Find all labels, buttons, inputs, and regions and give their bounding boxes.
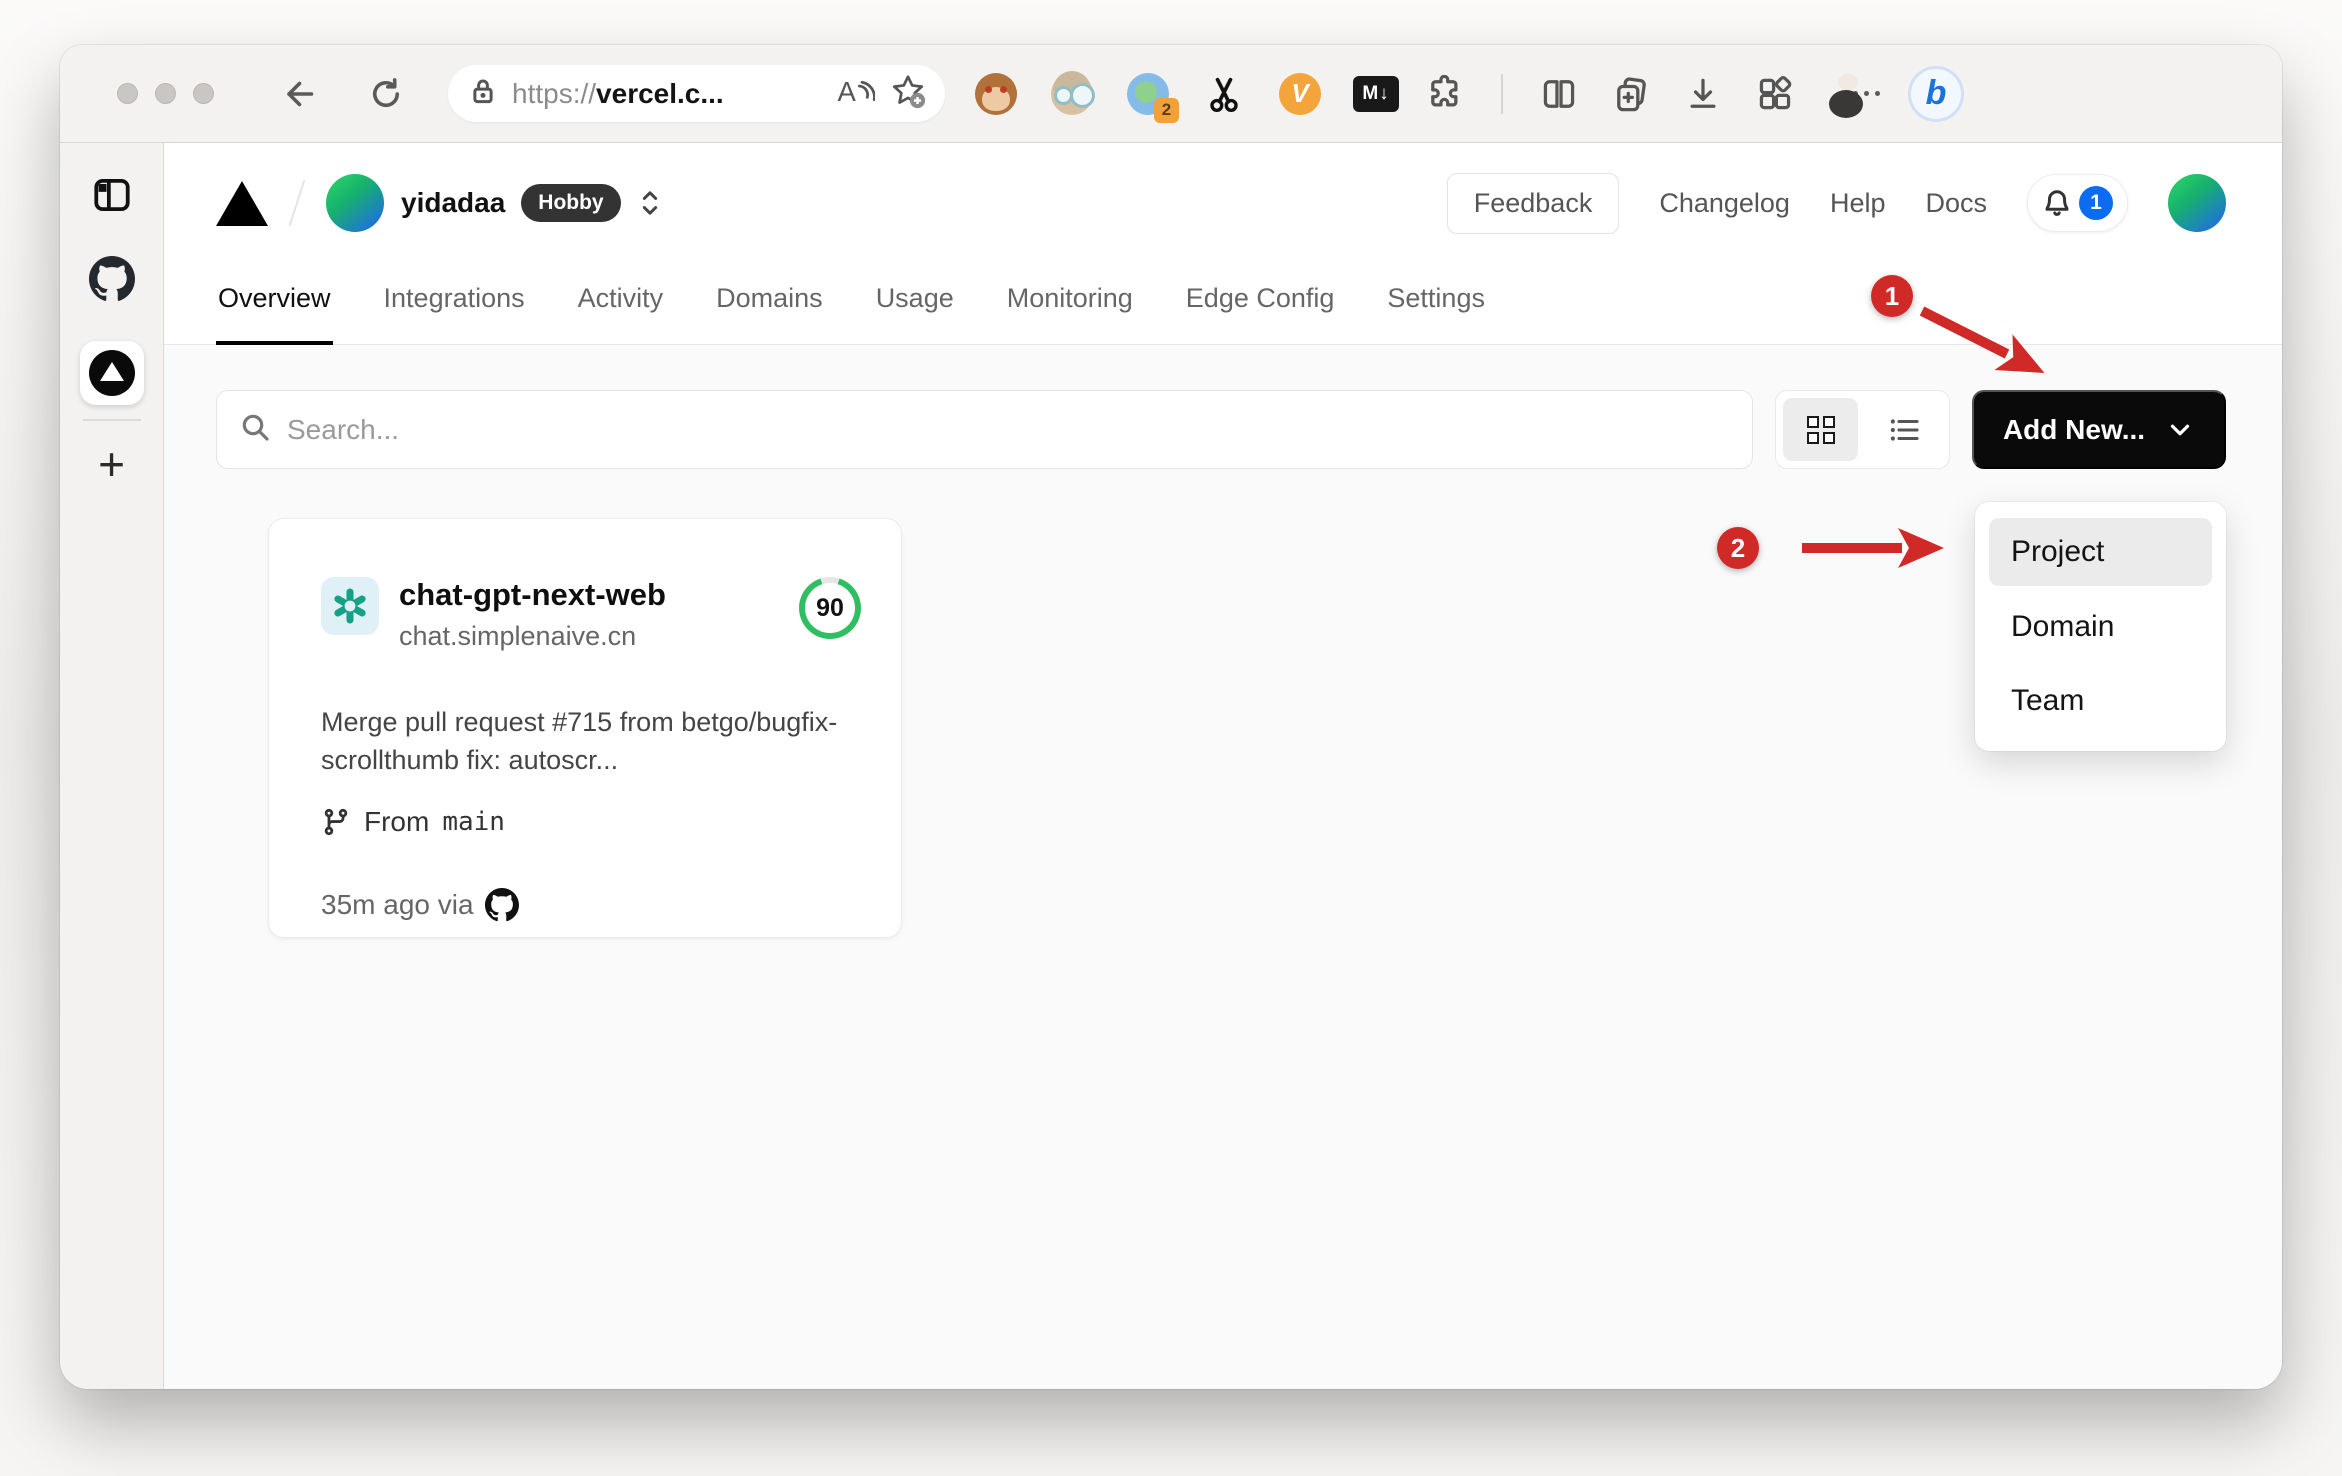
commit-message: Merge pull request #715 from betgo/bugfi… bbox=[321, 707, 838, 775]
tab-settings[interactable]: Settings bbox=[1385, 263, 1487, 344]
lighthouse-score-badge[interactable]: 90 bbox=[799, 577, 861, 639]
grid-view-button[interactable] bbox=[1783, 398, 1858, 461]
vercel-tab-active[interactable] bbox=[79, 341, 144, 405]
branch-label: From bbox=[364, 805, 430, 837]
minimize-window-button[interactable] bbox=[155, 83, 176, 104]
dashboard-tabs: Overview Integrations Activity Domains U… bbox=[216, 263, 2226, 345]
traffic-lights bbox=[117, 83, 214, 104]
add-new-button[interactable]: Add New... bbox=[1972, 390, 2226, 469]
monkey-extension-icon[interactable] bbox=[973, 71, 1019, 117]
vercel-page: yidadaa Hobby Feedback Changelog Help Do… bbox=[164, 143, 2282, 1389]
reload-icon[interactable] bbox=[364, 72, 408, 116]
search-box[interactable] bbox=[216, 390, 1753, 469]
add-new-dropdown: Project Domain Team bbox=[1975, 502, 2226, 751]
downloads-icon[interactable] bbox=[1681, 72, 1725, 116]
grid-view-icon bbox=[1806, 415, 1835, 444]
zoom-window-button[interactable] bbox=[193, 83, 214, 104]
url-text: https://vercel.c... bbox=[512, 78, 821, 110]
dropdown-item-domain[interactable]: Domain bbox=[1989, 593, 2212, 661]
score-value: 90 bbox=[805, 583, 855, 633]
project-name[interactable]: chat-gpt-next-web bbox=[399, 577, 666, 613]
browser-window: https://vercel.c... A 2 V M↓ b + yidadaa… bbox=[60, 45, 2282, 1389]
url-scheme: https:// bbox=[512, 77, 597, 109]
grandma-extension-icon[interactable] bbox=[1049, 70, 1095, 117]
tab-integrations[interactable]: Integrations bbox=[382, 263, 527, 344]
back-icon[interactable] bbox=[276, 72, 320, 116]
openai-project-icon bbox=[321, 577, 379, 635]
toolbar-right-icons: b bbox=[1423, 65, 1964, 122]
notification-count: 1 bbox=[2079, 186, 2113, 220]
project-domain[interactable]: chat.simplenaive.cn bbox=[399, 621, 666, 652]
tab-monitoring[interactable]: Monitoring bbox=[1005, 263, 1135, 344]
collections-icon[interactable] bbox=[1609, 72, 1653, 116]
github-icon bbox=[484, 887, 519, 921]
notifications-button[interactable]: 1 bbox=[2027, 174, 2128, 232]
help-link[interactable]: Help bbox=[1830, 188, 1886, 219]
bing-chat-icon[interactable]: b bbox=[1908, 65, 1964, 122]
vercel-header: yidadaa Hobby Feedback Changelog Help Do… bbox=[164, 143, 2282, 345]
git-branch-icon bbox=[324, 808, 348, 835]
workspaces-icon[interactable] bbox=[1753, 72, 1797, 116]
sidebar-divider bbox=[82, 419, 141, 421]
plan-badge: Hobby bbox=[521, 184, 621, 222]
team-avatar[interactable] bbox=[326, 174, 384, 232]
translate-extension-icon[interactable]: 2 bbox=[1125, 71, 1179, 123]
team-switcher-icon[interactable] bbox=[636, 186, 664, 220]
github-tab-icon[interactable] bbox=[88, 256, 135, 307]
browser-sidebar: + bbox=[60, 143, 164, 1389]
search-icon bbox=[239, 411, 271, 448]
tab-overview[interactable]: Overview bbox=[216, 263, 333, 345]
chevron-down-icon bbox=[2170, 424, 2190, 435]
extension-badge: 2 bbox=[1154, 97, 1179, 123]
extensions-row: 2 V M↓ bbox=[973, 70, 1399, 123]
svg-text:A: A bbox=[838, 76, 857, 107]
deploy-time: 35m ago via bbox=[321, 888, 474, 920]
breadcrumb-slash bbox=[288, 179, 306, 227]
project-card[interactable]: chat-gpt-next-web chat.simplenaive.cn 90… bbox=[268, 518, 902, 938]
tab-edge-config[interactable]: Edge Config bbox=[1184, 263, 1337, 344]
v-extension-icon[interactable]: V bbox=[1277, 71, 1323, 117]
team-name[interactable]: yidadaa bbox=[401, 187, 505, 219]
add-favorite-icon[interactable] bbox=[889, 72, 927, 115]
list-view-button[interactable] bbox=[1867, 398, 1942, 461]
address-bar[interactable]: https://vercel.c... A bbox=[448, 65, 945, 122]
close-window-button[interactable] bbox=[117, 83, 138, 104]
markdown-download-extension-icon[interactable]: M↓ bbox=[1353, 71, 1399, 117]
tab-activity[interactable]: Activity bbox=[576, 263, 666, 344]
extensions-puzzle-icon[interactable] bbox=[1423, 72, 1467, 116]
dropdown-item-team[interactable]: Team bbox=[1989, 667, 2212, 735]
vercel-favicon bbox=[88, 350, 135, 396]
tab-domains[interactable]: Domains bbox=[714, 263, 825, 344]
deploy-meta: 35m ago via bbox=[321, 887, 861, 922]
view-toggle bbox=[1775, 390, 1950, 469]
docs-link[interactable]: Docs bbox=[1925, 188, 1987, 219]
url-host: vercel.c... bbox=[596, 77, 724, 109]
changelog-link[interactable]: Changelog bbox=[1659, 188, 1790, 219]
scissors-extension-icon[interactable] bbox=[1201, 71, 1247, 117]
vercel-logo[interactable] bbox=[216, 180, 268, 226]
user-avatar[interactable] bbox=[2168, 174, 2226, 232]
lock-icon bbox=[468, 76, 498, 111]
search-input[interactable] bbox=[287, 413, 1730, 446]
sidebar-toggle-icon[interactable] bbox=[90, 173, 134, 222]
feedback-button[interactable]: Feedback bbox=[1446, 172, 1620, 234]
tab-usage[interactable]: Usage bbox=[874, 263, 956, 344]
new-tab-button[interactable]: + bbox=[98, 441, 125, 487]
branch-row: From main bbox=[321, 806, 861, 838]
read-aloud-icon[interactable]: A bbox=[835, 74, 876, 113]
branch-name: main bbox=[442, 806, 505, 837]
dropdown-item-project[interactable]: Project bbox=[1989, 518, 2212, 586]
toolbar-divider bbox=[1501, 73, 1503, 114]
list-view-icon bbox=[1890, 418, 1919, 441]
split-screen-icon[interactable] bbox=[1537, 72, 1581, 116]
browser-toolbar: https://vercel.c... A 2 V M↓ b bbox=[60, 45, 2282, 143]
